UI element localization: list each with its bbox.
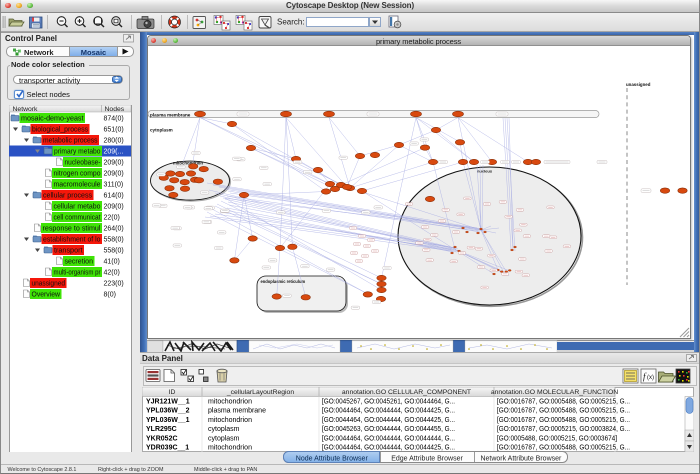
svg-text:YKR052C: YKR052C	[146, 435, 178, 442]
svg-text:Network: Network	[13, 106, 39, 113]
svg-text:209(0): 209(0)	[104, 204, 124, 211]
svg-text:transport: transport	[54, 248, 83, 255]
svg-text:[GO:0016787, GO:0005488, GO:00: [GO:0016787, GO:0005488, GO:0005215, G..…	[497, 407, 630, 414]
svg-text:annotation.GO CELLULAR_COMPONE: annotation.GO CELLULAR_COMPONENT	[342, 389, 471, 396]
svg-text:YJR121W__1: YJR121W__1	[146, 398, 190, 405]
svg-text:[GO:0044464, GO:0044444, GO:00: [GO:0044464, GO:0044444, GO:0044425, G..…	[322, 444, 455, 451]
svg-text:[GO:0044464, GO:0044444, GO:00: [GO:0044464, GO:0044444, GO:0044425, G..…	[322, 407, 455, 414]
svg-text:209(0): 209(0)	[104, 171, 124, 178]
svg-text:cytoplasm: cytoplasm	[208, 426, 240, 433]
svg-text:Middle-click + drag to PAN: Middle-click + drag to PAN	[194, 467, 257, 473]
svg-text:Nodes: Nodes	[105, 106, 125, 113]
svg-text:multi-organism pr: multi-organism pr	[54, 270, 102, 277]
svg-text:Network Attribute Browser: Network Attribute Browser	[480, 456, 562, 463]
svg-text:cytoplasm: cytoplasm	[208, 435, 240, 442]
svg-text:YPL036W__1: YPL036W__1	[146, 416, 190, 423]
svg-text:macromolecule: macromolecule	[54, 182, 101, 189]
svg-text:ID: ID	[169, 389, 176, 396]
svg-text:mitochondrion: mitochondrion	[208, 444, 252, 451]
svg-text:[GO:0044464, GO:0044444, GO:00: [GO:0044464, GO:0044444, GO:0044444, G..…	[322, 435, 455, 442]
svg-text:mitochondrion: mitochondrion	[208, 398, 252, 405]
svg-text:[GO:0005488, GO:0005215, GO:00: [GO:0005488, GO:0005215, GO:0003674]	[497, 435, 617, 442]
svg-text:Node Attribute Browser: Node Attribute Browser	[296, 456, 369, 463]
svg-text:[GO:0016787, GO:0005215, GO:00: [GO:0016787, GO:0005215, GO:0003824, G..…	[497, 426, 630, 433]
svg-text:311(0): 311(0)	[104, 182, 124, 189]
svg-text:558(0): 558(0)	[104, 237, 124, 244]
svg-text:endoplasmic reticulum: endoplasmic reticulum	[261, 279, 306, 284]
svg-text:41(0): 41(0)	[104, 259, 120, 266]
svg-text:plasma membrane: plasma membrane	[150, 112, 191, 117]
svg-text:651(0): 651(0)	[104, 127, 124, 134]
svg-text:nucleobase-: nucleobase-	[65, 160, 102, 167]
svg-text:8(0): 8(0)	[104, 292, 116, 299]
svg-text:[GO:0045267, GO:0045261, GO:00: [GO:0045267, GO:0045261, GO:0044464, G..…	[322, 398, 455, 405]
svg-text:Right-click + drag to ZOOM: Right-click + drag to ZOOM	[98, 467, 164, 473]
svg-text:264(0): 264(0)	[104, 226, 124, 233]
svg-text:metabolic process: metabolic process	[43, 138, 98, 145]
svg-text:establishment of lo: establishment of lo	[43, 237, 101, 244]
svg-text:Edge Attribute Browser: Edge Attribute Browser	[391, 456, 463, 463]
svg-text:mitochondrion: mitochondrion	[173, 160, 203, 165]
svg-text:[GO:0016787, GO:0005488, GO:00: [GO:0016787, GO:0005488, GO:0005215, G..…	[497, 398, 630, 405]
svg-text:(x): (x)	[647, 375, 654, 381]
svg-text:nitrogen compo: nitrogen compo	[54, 171, 101, 178]
svg-text:[GO:0016787, GO:0005488, GO:00: [GO:0016787, GO:0005488, GO:0005215, G..…	[497, 416, 630, 423]
svg-text:558(0): 558(0)	[104, 248, 124, 255]
svg-text:unassigned: unassigned	[32, 281, 66, 288]
svg-text:209(...: 209(...	[104, 149, 124, 156]
svg-text:YPL036W__2: YPL036W__2	[146, 407, 190, 414]
svg-text:cellular process: cellular process	[43, 193, 92, 200]
svg-text:42(0): 42(0)	[104, 270, 120, 277]
svg-text:cell communicat: cell communicat	[54, 215, 101, 222]
svg-text:YDR039C__1: YDR039C__1	[146, 444, 189, 451]
svg-text:secretion: secretion	[65, 259, 94, 266]
svg-text:Welcome to Cytoscape 2.8.1: Welcome to Cytoscape 2.8.1	[8, 467, 77, 473]
svg-text:[GO:0016787, GO:0005488, GO:00: [GO:0016787, GO:0005488, GO:0005215, G..…	[497, 444, 630, 451]
svg-text:primary metabo: primary metabo	[54, 149, 101, 156]
svg-text:response to stimul: response to stimul	[43, 226, 101, 233]
svg-text:cytoplasm: cytoplasm	[150, 128, 173, 133]
svg-text:biological_process: biological_process	[32, 127, 88, 134]
svg-text:YLR295C: YLR295C	[146, 426, 177, 433]
svg-text:209(0): 209(0)	[104, 160, 124, 167]
svg-text:[GO:0044464, GO:0044444, GO:00: [GO:0044464, GO:0044444, GO:0044425, G..…	[322, 416, 455, 423]
svg-text:mitochondrion: mitochondrion	[208, 416, 252, 423]
svg-text:22(0): 22(0)	[104, 215, 120, 222]
svg-text:Overview: Overview	[32, 292, 61, 299]
svg-text:cellular metabo: cellular metabo	[54, 204, 101, 211]
svg-text:614(0): 614(0)	[104, 193, 124, 200]
svg-text:874(0): 874(0)	[104, 116, 124, 123]
svg-text:_cellularLayoutRegion: _cellularLayoutRegion	[226, 389, 294, 396]
svg-text:annotation.GO MOLECULAR_FUNCTI: annotation.GO MOLECULAR_FUNCTION	[491, 389, 618, 396]
svg-text:nucleus: nucleus	[477, 169, 493, 174]
svg-text:[GO:0045263, GO:0044444, GO:00: [GO:0045263, GO:0044444, GO:0044455, G..…	[322, 426, 455, 433]
svg-text:unassigned: unassigned	[626, 82, 651, 87]
svg-text:mosaic-demo-yeast: mosaic-demo-yeast	[21, 116, 84, 123]
svg-text:Search:: Search:	[277, 17, 305, 26]
svg-text:223(0): 223(0)	[104, 281, 124, 288]
svg-text:plasma membrane: plasma membrane	[208, 407, 266, 414]
svg-text:280(0): 280(0)	[104, 138, 124, 145]
